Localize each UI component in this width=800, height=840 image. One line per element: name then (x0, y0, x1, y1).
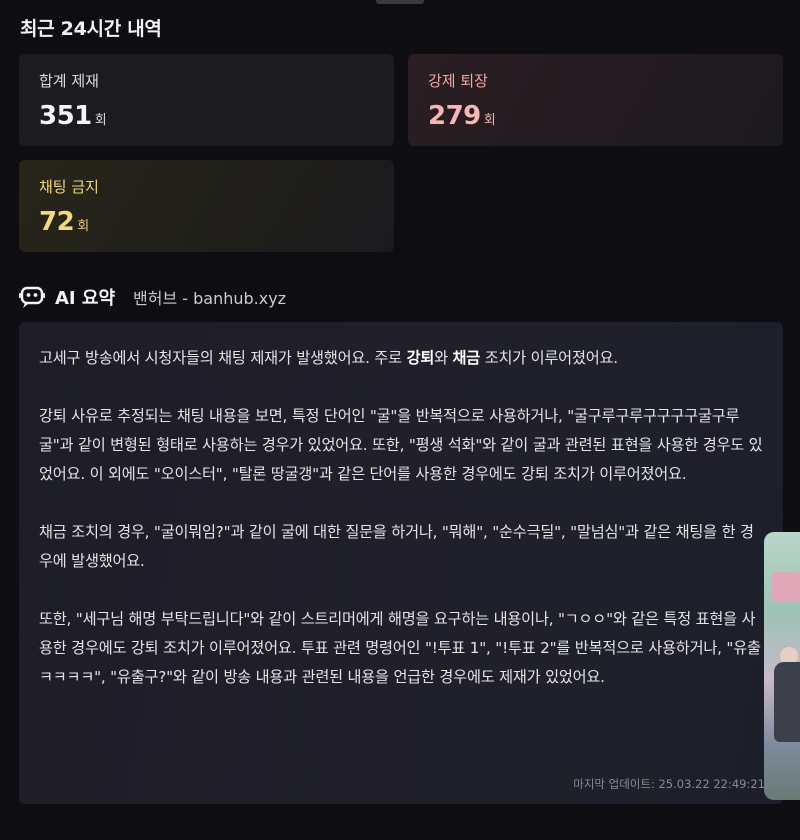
stat-card-kick: 강제 퇴장 279 회 (408, 54, 783, 146)
ai-summary-source: 밴허브 - banhub.xyz (133, 289, 287, 308)
summary-text: 조치가 이루어졌어요. (480, 349, 618, 367)
summary-highlight: 채금 (452, 349, 481, 367)
side-video-thumbnail[interactable] (764, 532, 800, 800)
stat-value: 279 (428, 101, 481, 131)
stat-card-total: 합계 제재 351 회 (19, 54, 394, 146)
stat-value-row: 351 회 (39, 101, 374, 131)
stat-label: 강제 퇴장 (428, 72, 488, 90)
summary-paragraph: 고세구 방송에서 시청자들의 채팅 제재가 발생했어요. 주로 강퇴와 채금 조… (39, 344, 763, 373)
ai-summary-title: AI 요약 (55, 288, 116, 309)
last-updated: 마지막 업데이트: 25.03.22 22:49:21 (573, 777, 765, 791)
summary-paragraph: 강퇴 사유로 추정되는 채팅 내용을 보면, 특정 단어인 "굴"을 반복적으로… (39, 407, 763, 483)
ai-summary-card: 고세구 방송에서 시청자들의 채팅 제재가 발생했어요. 주로 강퇴와 채금 조… (19, 322, 783, 804)
summary-text: 와 (434, 349, 453, 367)
stat-value-row: 279 회 (428, 101, 763, 131)
stat-label: 채팅 금지 (39, 178, 99, 196)
robot-chat-icon (19, 285, 45, 309)
stat-unit: 회 (94, 113, 107, 128)
stat-value-row: 72 회 (39, 207, 374, 237)
stat-card-chat-ban: 채팅 금지 72 회 (19, 160, 394, 252)
section-title: 최근 24시간 내역 (20, 18, 162, 40)
drag-handle[interactable] (376, 0, 424, 4)
summary-highlight: 강퇴 (406, 349, 435, 367)
summary-text: 고세구 방송에서 시청자들의 채팅 제재가 발생했어요. 주로 (39, 349, 407, 367)
stat-value: 351 (39, 101, 92, 131)
summary-paragraph: 채금 조치의 경우, "굴이뭐임?"과 같이 굴에 대한 질문을 하거나, "뭐… (39, 523, 754, 570)
ai-summary-header: AI 요약 밴허브 - banhub.xyz (19, 284, 286, 310)
stat-unit: 회 (483, 113, 496, 128)
stat-value: 72 (39, 207, 75, 237)
stat-label: 합계 제재 (39, 72, 99, 90)
stat-unit: 회 (77, 219, 90, 234)
summary-paragraph: 또한, "세구님 해명 부탁드립니다"와 같이 스트리머에게 해명을 요구하는 … (39, 610, 761, 686)
